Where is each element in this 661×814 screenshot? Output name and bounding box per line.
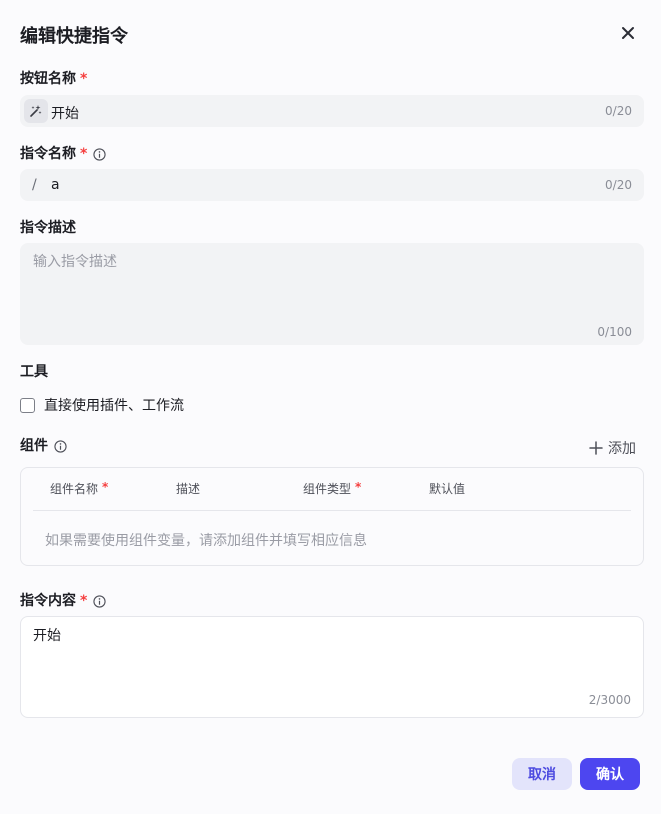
button-name-field[interactable]: 开始 0/20 [20, 95, 644, 127]
cancel-button[interactable]: 取消 [512, 758, 572, 790]
column-header-description: 描述 [176, 482, 201, 496]
column-header-default-value: 默认值 [429, 482, 466, 496]
required-mark: * [80, 146, 88, 162]
column-header-component-name: 组件名称 * [50, 480, 109, 496]
info-icon [54, 439, 67, 453]
direct-plugin-checkbox[interactable] [20, 397, 35, 413]
components-label: 组件 [20, 437, 67, 455]
command-desc-label: 指令描述 [20, 220, 76, 236]
button-name-count: 0/20 [605, 104, 632, 118]
plus-icon [589, 441, 603, 455]
column-header-component-type: 组件类型 * [303, 480, 362, 496]
table-divider [33, 510, 631, 511]
components-table: 组件名称 * 描述 组件类型 * 默认值 如果需要使用组件变量，请添加组件并填写… [20, 467, 644, 566]
command-content-count: 2/3000 [588, 693, 631, 707]
direct-plugin-checkbox-row[interactable]: 直接使用插件、工作流 [20, 395, 184, 415]
button-name-value: 开始 [51, 106, 79, 122]
close-icon[interactable] [616, 21, 640, 45]
tools-label: 工具 [20, 364, 48, 380]
required-mark: * [80, 71, 88, 87]
command-content-label: 指令内容 * [20, 592, 106, 610]
command-name-value: a [51, 177, 60, 193]
magic-wand-icon[interactable] [24, 99, 48, 123]
command-name-field[interactable]: / a 0/20 [20, 169, 644, 201]
add-component-button[interactable]: 添加 [588, 438, 636, 458]
command-name-count: 0/20 [605, 178, 632, 192]
command-desc-textarea[interactable]: 输入指令描述 0/100 [20, 243, 644, 345]
components-empty-text: 如果需要使用组件变量，请添加组件并填写相应信息 [45, 533, 367, 549]
info-icon [93, 147, 106, 161]
dialog-title: 编辑快捷指令 [20, 26, 128, 47]
confirm-button[interactable]: 确认 [580, 758, 640, 790]
command-content-value: 开始 [33, 628, 61, 644]
info-icon [93, 594, 106, 608]
required-mark: * [80, 593, 88, 609]
command-desc-placeholder: 输入指令描述 [33, 254, 117, 270]
button-name-label: 按钮名称 * [20, 71, 88, 87]
command-desc-count: 0/100 [597, 325, 632, 339]
edit-shortcut-dialog: 编辑快捷指令 按钮名称 * 开始 0/20 指令名称 * / a 0/20 指令… [0, 0, 661, 814]
command-name-label: 指令名称 * [20, 145, 106, 163]
direct-plugin-checkbox-label: 直接使用插件、工作流 [44, 398, 184, 414]
slash-prefix: / [32, 177, 37, 193]
command-content-textarea[interactable]: 开始 2/3000 [20, 616, 644, 718]
